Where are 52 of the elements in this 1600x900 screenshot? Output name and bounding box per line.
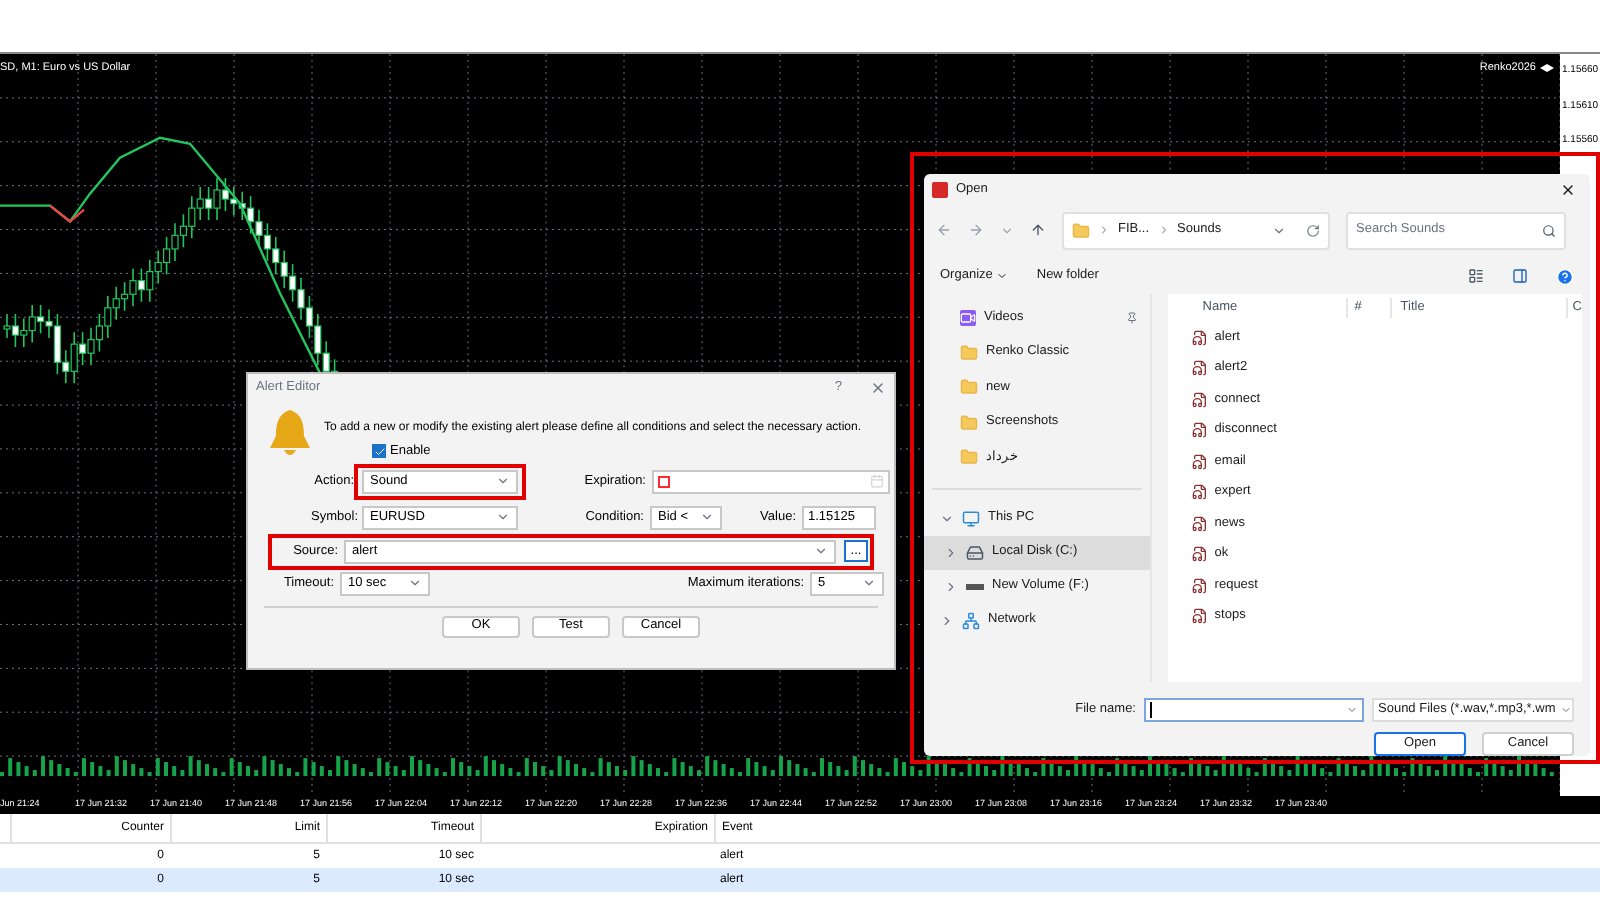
caret-icon [996,270,1009,282]
unchecked-box-icon [658,475,670,488]
preview-pane-icon[interactable] [1512,268,1528,284]
refresh-icon[interactable] [1306,223,1320,237]
close-icon[interactable] [1560,182,1576,198]
chevron-down-icon [1346,704,1358,716]
audio-file-icon [1192,360,1209,377]
chevron-down-icon[interactable] [1272,223,1286,237]
monitor-icon [962,509,980,527]
chevron-down-icon [862,576,876,591]
audio-file-icon [1192,608,1209,625]
chevron-down-icon [408,576,422,591]
folder-icon [960,413,978,432]
audio-file-icon [1192,546,1209,563]
chevron-right-icon [944,579,958,593]
text-cursor [1150,702,1151,718]
chevron-right-icon [940,613,954,627]
file-name-field[interactable] [1144,698,1364,722]
date-field[interactable] [652,469,890,494]
audio-file-icon [1192,577,1209,594]
drive-icon [966,583,984,589]
checkbox[interactable] [372,444,386,459]
folder-icon [960,448,978,467]
chevron-down-icon [700,510,714,525]
video-icon [960,309,976,326]
chevron-right-icon [944,545,958,559]
chevron-down-icon [814,544,828,559]
help-icon[interactable] [1556,267,1574,285]
calendar-icon [870,474,884,489]
chevron-down-icon [1559,704,1572,716]
audio-file-icon [1192,422,1209,439]
audio-file-icon [1192,391,1209,408]
chevron-down-icon [940,511,954,525]
chevron-down-icon [496,474,510,489]
view-icon[interactable] [1468,268,1484,284]
app-icon [932,182,948,198]
trend-line-segment [49,204,85,224]
folder-icon [960,343,978,362]
search-icon [1542,223,1556,237]
up-icon[interactable] [1030,222,1046,238]
network-icon [962,611,980,629]
drive-icon [966,543,984,561]
audio-file-icon [1192,484,1209,501]
audio-file-icon [1192,453,1209,470]
bell-icon [268,408,312,460]
chevron-down-icon [496,510,510,525]
audio-file-icon [1192,329,1209,346]
chevron-right-icon [1098,224,1110,236]
folder-icon [1072,221,1090,239]
chevron-right-icon [1157,224,1170,236]
folder-icon [960,378,978,397]
audio-file-icon [1192,515,1209,532]
